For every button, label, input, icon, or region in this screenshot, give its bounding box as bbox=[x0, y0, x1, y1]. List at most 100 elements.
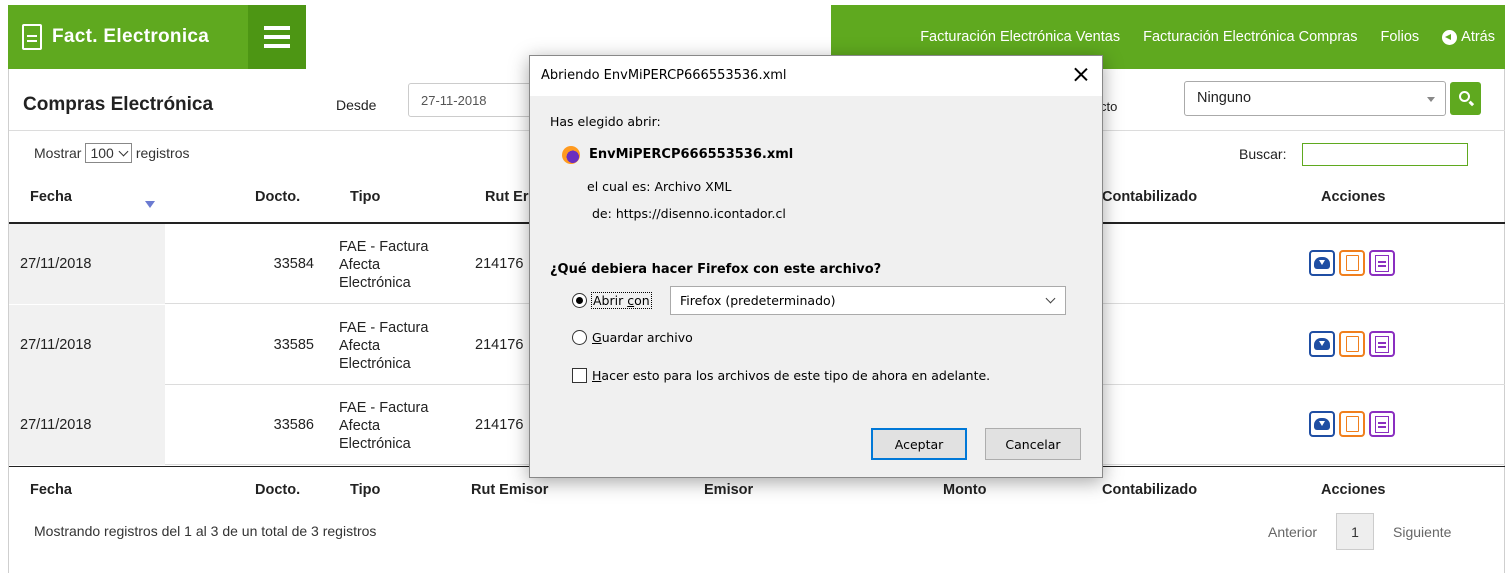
foot-emisor: Emisor bbox=[704, 482, 754, 498]
caret-down-icon bbox=[1427, 97, 1435, 102]
cell-rut: 214176 bbox=[475, 417, 524, 433]
open-with-app-select[interactable]: Firefox (predeterminado) bbox=[670, 286, 1066, 315]
col-contabilizado[interactable]: Contabilizado bbox=[1102, 189, 1197, 205]
pdf-icon bbox=[1345, 416, 1359, 432]
page-size-value: 100 bbox=[90, 145, 114, 161]
pdf-icon bbox=[1345, 255, 1359, 271]
cell-rut: 214176 bbox=[475, 256, 524, 272]
calculator-icon bbox=[1375, 254, 1389, 272]
search-button[interactable] bbox=[1450, 82, 1481, 115]
col-rut[interactable]: Rut Er bbox=[485, 189, 529, 205]
file-type-value: Archivo XML bbox=[654, 179, 732, 194]
dialog-intro: Has elegido abrir: bbox=[550, 114, 661, 129]
calculator-icon bbox=[1375, 335, 1389, 353]
nav-folios[interactable]: Folios bbox=[1380, 29, 1419, 45]
file-source-row: de: https://disenno.icontador.cl bbox=[592, 206, 786, 221]
save-file-label[interactable]: Guardar archivo bbox=[592, 330, 693, 345]
cell-rut: 214176 bbox=[475, 337, 524, 353]
download-button[interactable] bbox=[1309, 331, 1335, 357]
chevron-down-icon bbox=[1045, 293, 1056, 304]
foot-tipo: Tipo bbox=[350, 482, 381, 498]
nav-compras[interactable]: Facturación Electrónica Compras bbox=[1143, 29, 1357, 45]
cloud-download-icon bbox=[1314, 418, 1330, 430]
accounting-button[interactable] bbox=[1369, 250, 1395, 276]
open-with-app-value: Firefox (predeterminado) bbox=[680, 293, 836, 308]
cancel-button[interactable]: Cancelar bbox=[985, 428, 1081, 460]
dialog-title: Abriendo EnvMiPERCP666553536.xml bbox=[541, 68, 787, 83]
pdf-button[interactable] bbox=[1339, 411, 1365, 437]
row-actions bbox=[1309, 411, 1395, 437]
page-1-button[interactable]: 1 bbox=[1336, 513, 1375, 550]
file-type-row: el cual es: Archivo XML bbox=[587, 179, 731, 194]
back-arrow-icon bbox=[1442, 29, 1458, 45]
sort-desc-icon bbox=[145, 201, 155, 208]
accept-button[interactable]: Aceptar bbox=[871, 428, 967, 460]
file-source-label: de: bbox=[592, 206, 612, 221]
next-page-button[interactable]: Siguiente bbox=[1393, 524, 1451, 540]
pdf-icon bbox=[1345, 336, 1359, 352]
open-with-radio[interactable] bbox=[572, 293, 587, 308]
desde-label: Desde bbox=[336, 97, 377, 113]
accounting-button[interactable] bbox=[1369, 411, 1395, 437]
page-title: Compras Electrónica bbox=[23, 94, 214, 115]
foot-monto: Monto bbox=[943, 482, 987, 498]
pagination: Anterior 1 Siguiente bbox=[1268, 513, 1451, 550]
table-search-input[interactable] bbox=[1302, 143, 1468, 166]
filter-select[interactable]: Ninguno bbox=[1184, 81, 1446, 116]
desde-date-input[interactable]: 27-11-2018 bbox=[408, 83, 538, 117]
close-icon[interactable] bbox=[1070, 64, 1092, 86]
page-size-select[interactable]: 100 bbox=[85, 143, 132, 163]
cell-fecha: 27/11/2018 bbox=[20, 337, 92, 353]
foot-fecha: Fecha bbox=[30, 482, 72, 498]
buscar-label: Buscar: bbox=[1239, 146, 1287, 162]
col-fecha[interactable]: Fecha bbox=[30, 189, 72, 205]
download-dialog: Abriendo EnvMiPERCP666553536.xml Has ele… bbox=[529, 55, 1103, 478]
col-tipo[interactable]: Tipo bbox=[350, 189, 380, 205]
foot-docto: Docto. bbox=[255, 482, 301, 498]
mostrar-label: Mostrar bbox=[34, 145, 82, 161]
menu-toggle-button[interactable] bbox=[248, 5, 306, 69]
open-with-label[interactable]: Abrir con bbox=[591, 292, 652, 309]
dialog-filename: EnvMiPERCP666553536.xml bbox=[589, 147, 794, 162]
foot-acciones: Acciones bbox=[1321, 482, 1386, 498]
hamburger-icon bbox=[264, 26, 290, 30]
remember-checkbox[interactable] bbox=[572, 368, 587, 383]
calculator-icon bbox=[1375, 415, 1389, 433]
dialog-question: ¿Qué debiera hacer Firefox con este arch… bbox=[550, 262, 882, 277]
file-source-value: https://disenno.icontador.cl bbox=[615, 206, 786, 221]
filter-select-value: Ninguno bbox=[1197, 90, 1252, 106]
cell-tipo: FAE - Factura Afecta Electrónica bbox=[339, 400, 429, 452]
cell-tipo: FAE - Factura Afecta Electrónica bbox=[339, 239, 429, 291]
download-button[interactable] bbox=[1309, 411, 1335, 437]
cell-docto: 33585 bbox=[273, 337, 314, 353]
cloud-download-icon bbox=[1314, 257, 1330, 269]
cell-fecha: 27/11/2018 bbox=[20, 417, 92, 433]
row-actions bbox=[1309, 331, 1395, 357]
prev-page-button[interactable]: Anterior bbox=[1268, 524, 1317, 540]
page-size-control: Mostrar 100 registros bbox=[34, 143, 190, 163]
foot-contabilizado: Contabilizado bbox=[1102, 482, 1198, 498]
table-info: Mostrando registros del 1 al 3 de un tot… bbox=[34, 523, 377, 539]
save-file-radio[interactable] bbox=[572, 330, 587, 345]
cell-docto: 33584 bbox=[273, 256, 314, 272]
brand-title: Fact. Electronica bbox=[52, 26, 210, 47]
accounting-button[interactable] bbox=[1369, 331, 1395, 357]
nav-ventas[interactable]: Facturación Electrónica Ventas bbox=[920, 29, 1120, 45]
col-docto[interactable]: Docto. bbox=[255, 189, 300, 205]
download-button[interactable] bbox=[1309, 250, 1335, 276]
cell-fecha: 27/11/2018 bbox=[20, 256, 92, 272]
remember-label[interactable]: Hacer esto para los archivos de este tip… bbox=[592, 368, 990, 383]
firefox-icon bbox=[562, 146, 580, 164]
pdf-button[interactable] bbox=[1339, 250, 1365, 276]
search-icon bbox=[1459, 91, 1470, 102]
pdf-button[interactable] bbox=[1339, 331, 1365, 357]
row-actions bbox=[1309, 250, 1395, 276]
back-link[interactable]: Atrás bbox=[1442, 29, 1495, 45]
foot-rut: Rut Emisor bbox=[471, 482, 549, 498]
back-label: Atrás bbox=[1461, 29, 1495, 45]
cloud-download-icon bbox=[1314, 338, 1330, 350]
col-acciones: Acciones bbox=[1321, 189, 1386, 205]
brand[interactable]: Fact. Electronica bbox=[8, 5, 248, 69]
file-type-label: el cual es: bbox=[587, 179, 651, 194]
dialog-titlebar[interactable]: Abriendo EnvMiPERCP666553536.xml bbox=[530, 56, 1102, 96]
